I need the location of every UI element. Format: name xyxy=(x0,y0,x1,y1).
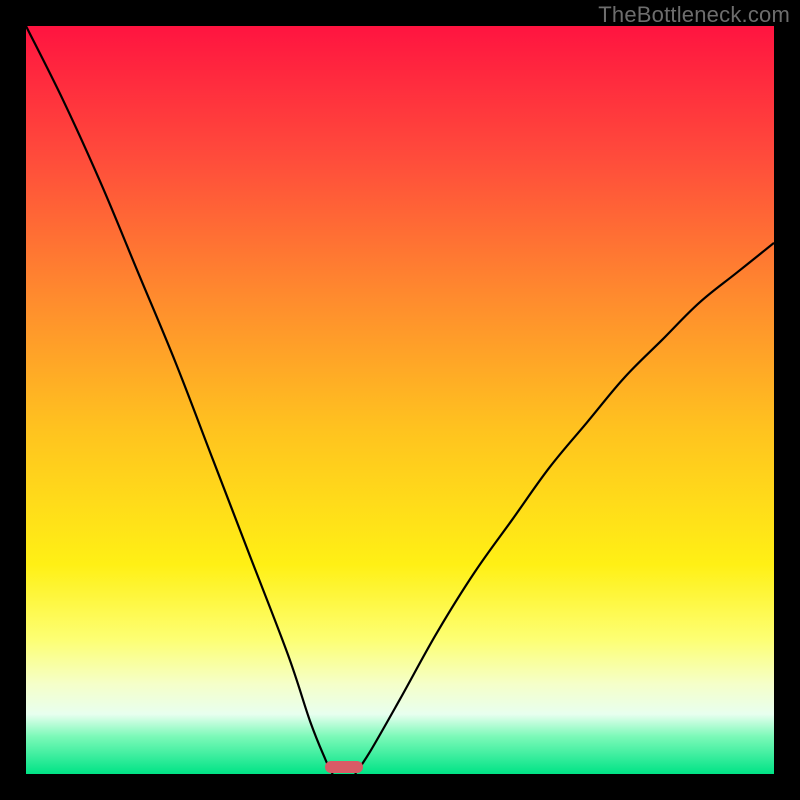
plot-area xyxy=(26,26,774,774)
curve-left-branch xyxy=(26,26,333,774)
curve-layer xyxy=(26,26,774,774)
watermark-text: TheBottleneck.com xyxy=(598,2,790,28)
bottleneck-marker xyxy=(325,761,363,773)
curve-right-branch xyxy=(355,243,774,774)
